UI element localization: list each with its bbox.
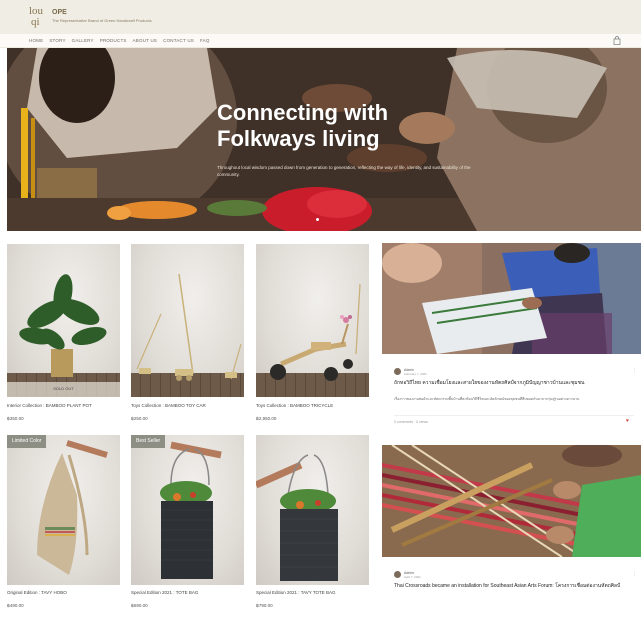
product-name[interactable]: Interior Collection : BAMBOO PLANT POT: [7, 403, 92, 408]
toy-car-illustration: [136, 273, 242, 381]
product-card-tavy-tote-bag[interactable]: Special Edition 2021 : TAVY TOTE BAG ฿79…: [256, 435, 369, 620]
product-price: ฿790.00: [256, 603, 273, 608]
logo-line-2: qi: [31, 16, 40, 28]
hobo-bag-illustration: [37, 440, 108, 575]
plant-pot-illustration: [7, 274, 120, 397]
product-price: ฿490.00: [7, 603, 24, 608]
product-card-tote-bag[interactable]: Best Seller Special Edition 2021 : TOTE …: [131, 435, 244, 620]
product-price: ฿2,950.00: [256, 416, 277, 421]
nav-contact-us[interactable]: CONTACT US: [163, 38, 194, 43]
product-price: ฿690.00: [131, 603, 148, 608]
blog-title[interactable]: Thai Crossroads became an installation f…: [394, 583, 630, 590]
heart-icon[interactable]: ♥: [626, 418, 629, 424]
divider: [394, 415, 634, 416]
best-seller-badge: Best Seller: [131, 435, 166, 448]
product-card-tricycle[interactable]: Toys Collection : BAMBOO TRICYCLE ฿2,950…: [256, 244, 369, 424]
blog-card-1[interactable]: Admin February 7, 2021 ⋮ ถักทอวิถีไทย คว…: [382, 243, 641, 433]
nav-story[interactable]: STORY: [49, 38, 65, 43]
shopping-bag-icon[interactable]: [613, 36, 621, 45]
product-card-tavy-hobo[interactable]: Limited Color Original Edition : TAVY HO…: [7, 435, 120, 620]
nav-products[interactable]: PRODUCTS: [100, 38, 127, 43]
post-date: February 7, 2021: [404, 372, 427, 376]
product-price: ฿350.00: [7, 416, 24, 421]
weaving-photo-1: [382, 243, 641, 354]
nav-faq[interactable]: FAQ: [200, 38, 210, 43]
product-name[interactable]: Special Edition 2021 : TAVY TOTE BAG: [256, 590, 336, 595]
blog-photo[interactable]: [382, 445, 641, 557]
post-date: April 7, 2021: [404, 575, 421, 579]
limited-color-badge: Limited Color: [7, 435, 47, 448]
blog-excerpt: เรื่องราวของงานทอผ้าและหัตถกรรมพื้นบ้านท…: [394, 397, 580, 401]
product-card-toy-car[interactable]: Toys Collection : BAMBOO TOY CAR ฿250.00: [131, 244, 244, 424]
weaving-photo-2: [382, 445, 641, 557]
product-card-plant-pot[interactable]: SOLD OUT Interior Collection : BAMBOO PL…: [7, 244, 120, 424]
product-name[interactable]: Special Edition 2021 : TOTE BAG: [131, 590, 198, 595]
nav-home[interactable]: HOME: [29, 38, 43, 43]
blog-stats: 0 comments · 0 views: [394, 420, 428, 424]
product-image[interactable]: Best Seller: [131, 435, 244, 585]
sold-out-label: SOLD OUT: [53, 386, 74, 391]
author-avatar[interactable]: [394, 368, 401, 375]
product-price: ฿250.00: [131, 416, 148, 421]
hero-title: Connecting with Folkways living: [217, 100, 497, 152]
blog-title[interactable]: ถักทอวิถีไทย ความเชื่อมโยงและสายใยของงาน…: [394, 380, 630, 387]
product-image[interactable]: [256, 435, 369, 585]
carousel-dot[interactable]: [316, 218, 319, 221]
nav-gallery[interactable]: GALLERY: [72, 38, 94, 43]
tote-bag-illustration: [160, 441, 222, 579]
blog-card-2[interactable]: Admin April 7, 2021 ⋮ Thai Crossroads be…: [382, 445, 641, 625]
brand-logo[interactable]: lou qi: [29, 6, 49, 30]
product-name[interactable]: Toys Collection : BAMBOO TRICYCLE: [256, 403, 333, 408]
hero-subtitle: Throughout local wisdom passed down from…: [217, 165, 471, 177]
hero-banner: Connecting with Folkways living Througho…: [7, 48, 641, 231]
more-options-icon[interactable]: ⋮: [632, 368, 637, 374]
more-options-icon[interactable]: ⋮: [632, 571, 637, 577]
nav-about-us[interactable]: ABOUT US: [133, 38, 158, 43]
product-image[interactable]: SOLD OUT: [7, 244, 120, 397]
product-name[interactable]: Original Edition : TAVY HOBO: [7, 590, 67, 595]
blog-photo[interactable]: [382, 243, 641, 354]
hero-title-line-1: Connecting with: [217, 100, 389, 125]
hero-title-line-2: Folkways living: [217, 126, 380, 151]
tricycle-illustration: [270, 283, 361, 381]
header-bar: lou qi OPE The Representative Brand of G…: [0, 0, 641, 34]
main-nav: HOME STORY GALLERY PRODUCTS ABOUT US CON…: [0, 34, 641, 48]
blog-meta: Admin April 7, 2021 ⋮ Thai Crossroads be…: [394, 571, 637, 621]
product-image[interactable]: Limited Color: [7, 435, 120, 585]
brand-name[interactable]: OPE: [52, 9, 67, 16]
product-image[interactable]: [131, 244, 244, 397]
tavy-tote-illustration: [256, 454, 338, 581]
blog-meta: Admin February 7, 2021 ⋮ ถักทอวิถีไทย คว…: [394, 368, 637, 428]
product-name[interactable]: Toys Collection : BAMBOO TOY CAR: [131, 403, 206, 408]
product-image[interactable]: [256, 244, 369, 397]
author-avatar[interactable]: [394, 571, 401, 578]
brand-tagline: The Representative Brand of Green Handic…: [52, 18, 152, 23]
